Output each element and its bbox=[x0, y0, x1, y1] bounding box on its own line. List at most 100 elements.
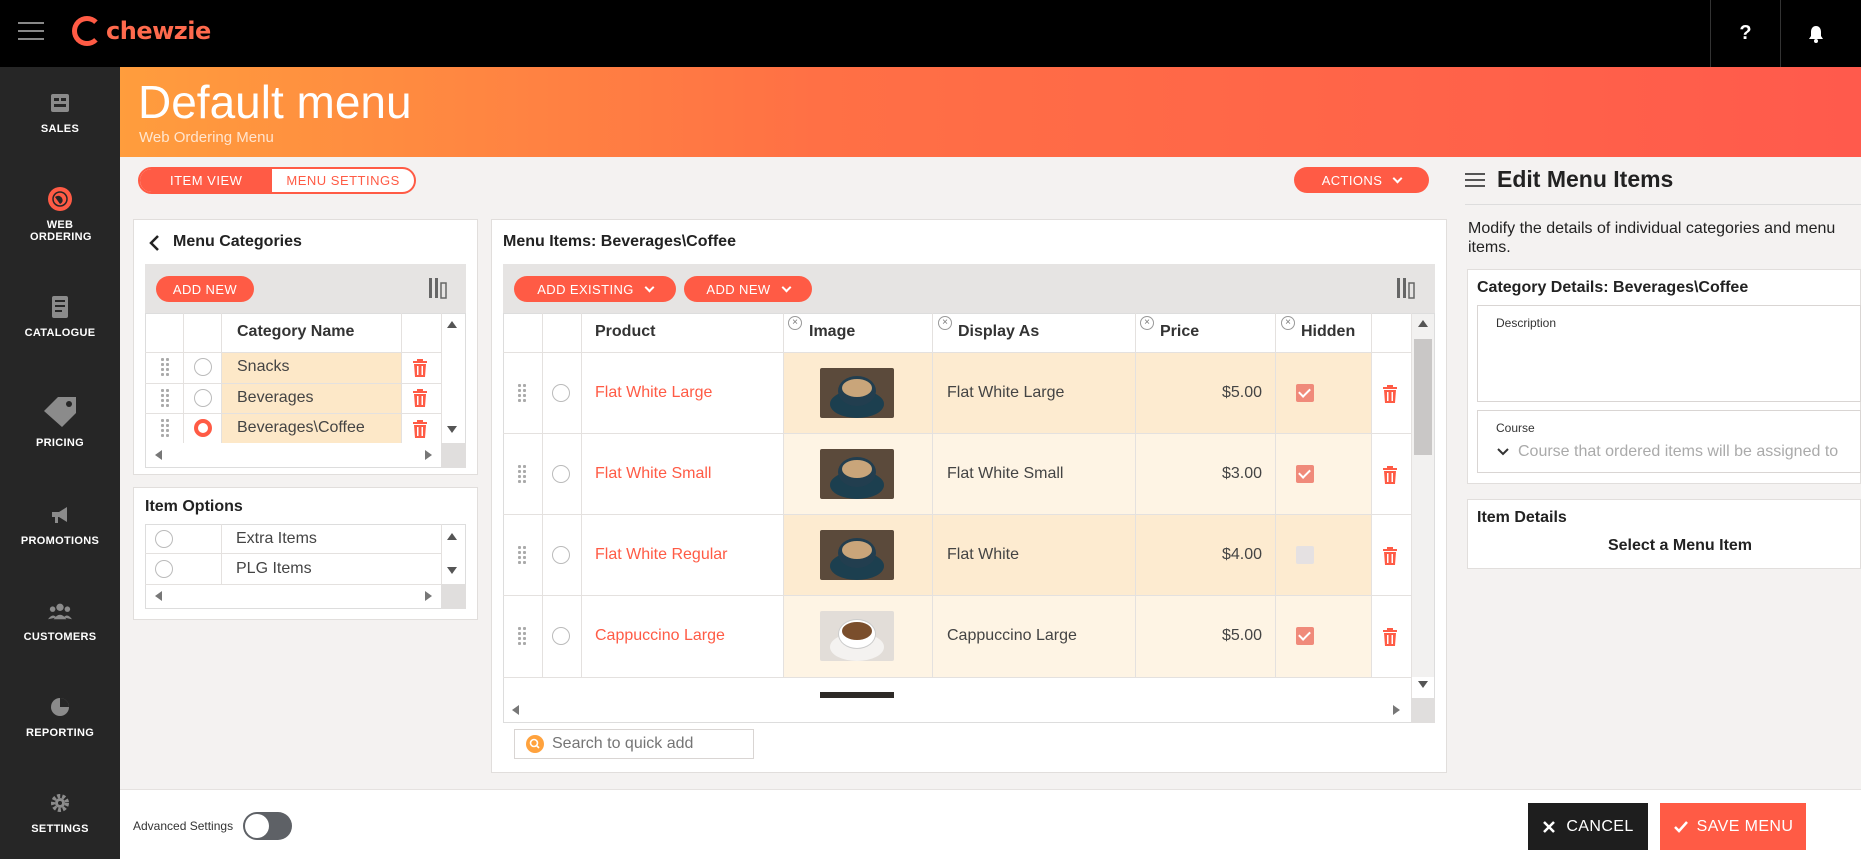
row-radio[interactable] bbox=[194, 389, 212, 407]
trash-icon[interactable] bbox=[413, 359, 427, 377]
remove-column-icon[interactable]: × bbox=[1281, 316, 1295, 330]
drag-handle-icon[interactable] bbox=[517, 383, 527, 403]
sidebar-item-customers[interactable]: CUSTOMERS bbox=[0, 599, 120, 643]
drag-handle-icon[interactable] bbox=[517, 545, 527, 565]
hidden-header[interactable]: Hidden bbox=[1301, 323, 1355, 341]
sidebar-item-label: SALES bbox=[40, 123, 80, 135]
scroll-down-icon[interactable] bbox=[447, 567, 457, 574]
category-name-header[interactable]: Category Name bbox=[237, 323, 354, 341]
sidebar-item-settings[interactable]: SETTINGS bbox=[0, 791, 120, 835]
flat-white-image[interactable] bbox=[820, 449, 894, 499]
price-header[interactable]: Price bbox=[1160, 323, 1199, 341]
scroll-left-icon[interactable] bbox=[512, 705, 519, 715]
row-radio[interactable] bbox=[155, 560, 173, 578]
sidebar-item-sales[interactable]: SALES bbox=[0, 91, 120, 135]
image-header[interactable]: Image bbox=[809, 323, 855, 341]
trash-icon[interactable] bbox=[413, 420, 427, 438]
category-name: Snacks bbox=[237, 358, 290, 375]
cappuccino-image[interactable] bbox=[820, 611, 894, 661]
row-radio-selected[interactable] bbox=[194, 419, 212, 437]
trash-icon[interactable] bbox=[1383, 628, 1397, 646]
scroll-right-icon[interactable] bbox=[425, 450, 432, 460]
sidebar-item-promotions[interactable]: PROMOTIONS bbox=[0, 503, 120, 547]
sidebar-item-web-ordering[interactable]: WEB ORDERING bbox=[0, 187, 120, 243]
edit-panel-description: Modify the details of individual categor… bbox=[1468, 220, 1836, 256]
chewzie-logo[interactable]: chewzie bbox=[72, 12, 211, 50]
add-new-category-button[interactable]: ADD NEW bbox=[156, 276, 254, 302]
drag-handle-icon[interactable] bbox=[160, 357, 170, 377]
row-radio[interactable] bbox=[552, 384, 570, 402]
column-chooser-icon[interactable] bbox=[427, 277, 449, 299]
quick-add-input[interactable] bbox=[552, 732, 747, 756]
scroll-down-icon[interactable] bbox=[1418, 681, 1428, 688]
scroll-right-icon[interactable] bbox=[1393, 705, 1400, 715]
scroll-down-icon[interactable] bbox=[447, 426, 457, 433]
sidebar-item-reporting[interactable]: REPORTING bbox=[0, 695, 120, 739]
sidebar-item-label: CUSTOMERS bbox=[23, 631, 97, 643]
notifications-button[interactable] bbox=[1780, 0, 1850, 67]
chevron-down-icon[interactable] bbox=[1496, 447, 1510, 457]
trash-icon[interactable] bbox=[1383, 547, 1397, 565]
actions-dropdown[interactable]: ACTIONS bbox=[1294, 167, 1429, 193]
back-arrow-icon[interactable] bbox=[148, 234, 160, 252]
sidebar-item-pricing[interactable]: PRICING bbox=[0, 395, 120, 449]
sidebar-item-catalogue[interactable]: CATALOGUE bbox=[0, 295, 120, 339]
help-button[interactable]: ? bbox=[1710, 0, 1780, 67]
remove-column-icon[interactable]: × bbox=[938, 316, 952, 330]
trash-icon[interactable] bbox=[1383, 466, 1397, 484]
add-existing-button[interactable]: ADD EXISTING bbox=[514, 276, 676, 302]
scroll-left-icon[interactable] bbox=[155, 591, 162, 601]
hidden-checkbox[interactable] bbox=[1296, 546, 1314, 564]
advanced-settings-toggle[interactable] bbox=[243, 812, 292, 840]
hamburger-menu-icon[interactable] bbox=[18, 22, 44, 42]
product-link[interactable]: Flat White Small bbox=[595, 465, 711, 483]
edit-panel-title: Edit Menu Items bbox=[1497, 166, 1674, 192]
hidden-checkbox[interactable] bbox=[1296, 465, 1314, 483]
pie-chart-icon bbox=[48, 695, 72, 719]
trash-icon[interactable] bbox=[413, 389, 427, 407]
product-link[interactable]: Flat White Large bbox=[595, 384, 712, 402]
drag-handle-icon[interactable] bbox=[517, 626, 527, 646]
product-link[interactable]: Cappuccino Large bbox=[595, 627, 725, 645]
megaphone-icon bbox=[48, 503, 72, 527]
hamburger-icon[interactable] bbox=[1465, 172, 1485, 188]
scroll-up-icon[interactable] bbox=[447, 321, 457, 328]
column-chooser-icon[interactable] bbox=[1395, 277, 1417, 299]
row-radio[interactable] bbox=[552, 546, 570, 564]
flat-white-image[interactable] bbox=[820, 368, 894, 418]
product-header[interactable]: Product bbox=[595, 323, 655, 341]
display-as-value: Flat White bbox=[947, 546, 1020, 563]
item-view-button[interactable]: ITEM VIEW bbox=[140, 169, 273, 192]
hidden-checkbox[interactable] bbox=[1296, 627, 1314, 645]
remove-column-icon[interactable]: × bbox=[788, 316, 802, 330]
drag-handle-icon[interactable] bbox=[160, 418, 170, 438]
item-details-title: Item Details bbox=[1477, 509, 1567, 526]
scroll-up-icon[interactable] bbox=[1418, 320, 1428, 327]
add-new-item-button[interactable]: ADD NEW bbox=[684, 276, 812, 302]
drag-handle-icon[interactable] bbox=[160, 388, 170, 408]
item-options-title: Item Options bbox=[145, 498, 243, 515]
row-radio[interactable] bbox=[552, 627, 570, 645]
product-link[interactable]: Flat White Regular bbox=[595, 546, 728, 564]
menu-items-title: Menu Items: Beverages\Coffee bbox=[503, 233, 736, 250]
save-menu-button[interactable]: SAVE MENU bbox=[1660, 803, 1806, 850]
flat-white-image[interactable] bbox=[820, 530, 894, 580]
remove-column-icon[interactable]: × bbox=[1140, 316, 1154, 330]
category-name: Beverages bbox=[237, 389, 314, 406]
scroll-up-icon[interactable] bbox=[447, 533, 457, 540]
drag-handle-icon[interactable] bbox=[517, 464, 527, 484]
cancel-button[interactable]: CANCEL bbox=[1528, 803, 1648, 850]
menu-settings-button[interactable]: MENU SETTINGS bbox=[272, 169, 413, 192]
row-radio[interactable] bbox=[194, 358, 212, 376]
course-label: Course bbox=[1496, 421, 1535, 435]
scrollbar-thumb[interactable] bbox=[1414, 339, 1432, 455]
hidden-checkbox[interactable] bbox=[1296, 384, 1314, 402]
row-radio[interactable] bbox=[155, 530, 173, 548]
display-as-header[interactable]: Display As bbox=[958, 323, 1039, 341]
trash-icon[interactable] bbox=[1383, 385, 1397, 403]
price-value: $3.00 bbox=[1222, 465, 1263, 482]
row-radio[interactable] bbox=[552, 465, 570, 483]
scroll-left-icon[interactable] bbox=[155, 450, 162, 460]
course-select[interactable] bbox=[1477, 410, 1861, 473]
scroll-right-icon[interactable] bbox=[425, 591, 432, 601]
